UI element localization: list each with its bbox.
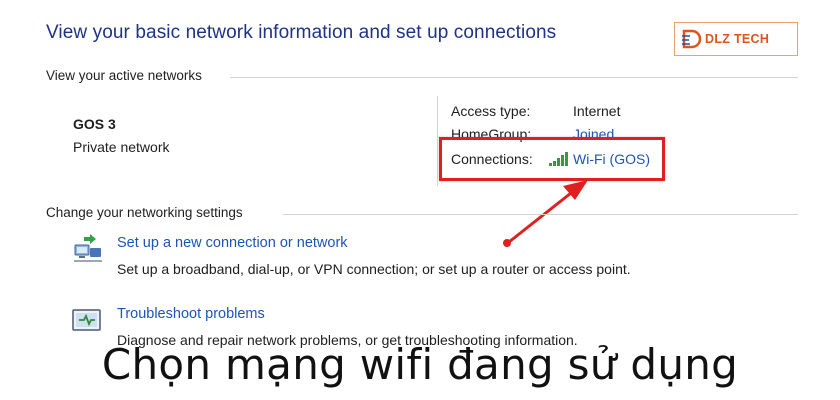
network-setup-icon — [74, 234, 102, 262]
section-divider — [283, 214, 798, 215]
setup-connection-link[interactable]: Set up a new connection or network — [117, 235, 348, 251]
caption: Chọn mạng wifi đang sử dụng — [101, 340, 739, 389]
troubleshoot-link[interactable]: Troubleshoot problems — [117, 306, 265, 322]
troubleshoot-icon — [72, 309, 101, 331]
setup-connection-description: Set up a broadband, dial-up, or VPN conn… — [117, 261, 631, 277]
networking-settings-heading: Change your networking settings — [46, 205, 243, 220]
